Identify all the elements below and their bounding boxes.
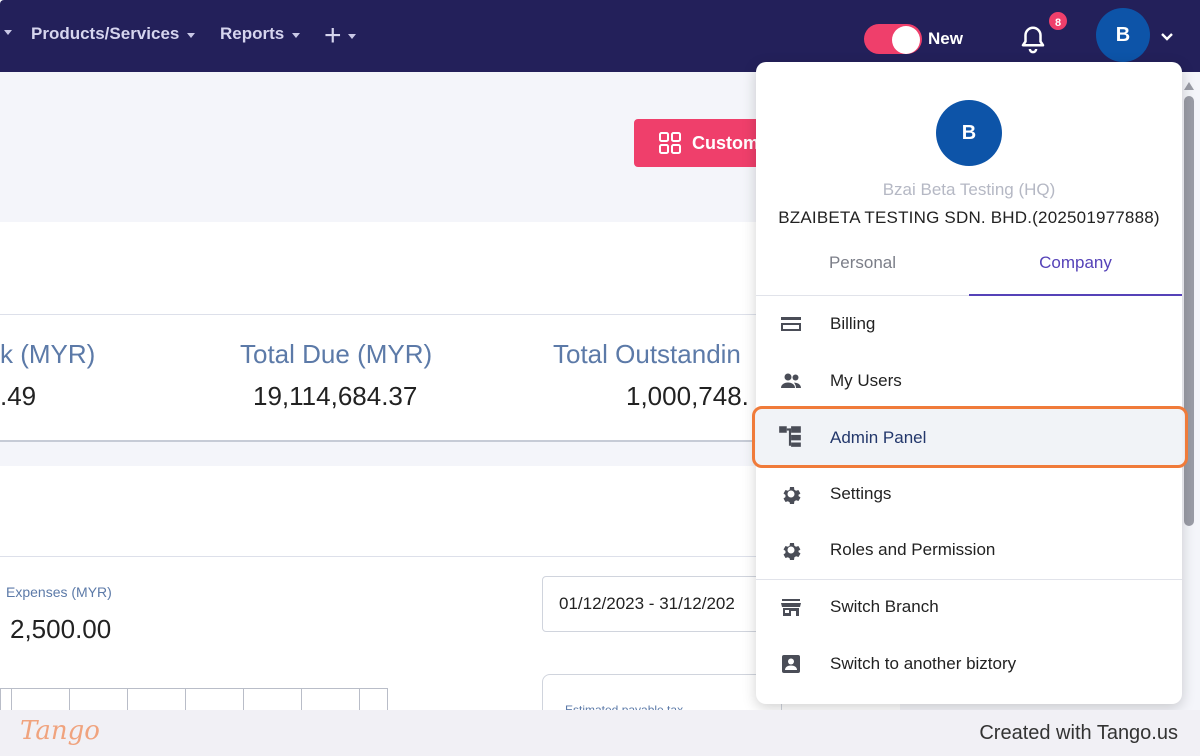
menu-item-label: My Users (830, 371, 902, 390)
chevron-down-icon[interactable] (4, 30, 12, 35)
nav-reports[interactable]: Reports (220, 24, 301, 44)
menu-item-label: Admin Panel (830, 428, 927, 447)
date-range-picker[interactable]: 01/12/2023 - 31/12/202 (542, 576, 782, 632)
expenses-label: Expenses (MYR) (6, 584, 112, 600)
scroll-up-arrow-icon[interactable] (1184, 82, 1194, 90)
stat-label-total-due: Total Due (MYR) (240, 339, 433, 369)
gear-icon (783, 487, 801, 504)
customize-button-label: Custom (692, 132, 759, 153)
dropdown-lower-section: Settings Roles and Permission Switch Bra… (756, 468, 1182, 704)
new-ui-toggle-label: New (928, 29, 963, 48)
chevron-down-icon (347, 33, 356, 39)
gear-icon (783, 543, 801, 560)
footer-credit: Created with Tango.us (979, 722, 1178, 744)
dropdown-avatar: B (936, 100, 1002, 166)
chevron-down-icon[interactable] (1160, 32, 1174, 42)
toggle-knob (892, 26, 920, 54)
nav-products-services-label: Products/Services (31, 24, 180, 43)
expenses-value: 2,500.00 (10, 614, 112, 644)
new-ui-toggle[interactable] (864, 24, 922, 54)
grid-icon (659, 132, 681, 154)
menu-item-switch-branch[interactable]: Switch Branch (756, 579, 1182, 635)
users-icon (781, 373, 801, 388)
notification-count-badge: 8 (1047, 10, 1069, 32)
tab-company[interactable]: Company (969, 254, 1182, 296)
menu-item-label: Switch Branch (830, 597, 939, 616)
menu-item-settings[interactable]: Settings (756, 466, 1182, 522)
menu-item-switch-biztory[interactable]: Switch to another biztory (756, 636, 1182, 692)
stat-label-total-outstanding: Total Outstandin (553, 339, 741, 369)
quick-add-button[interactable]: + (324, 19, 356, 52)
menu-item-roles-permission[interactable]: Roles and Permission (756, 522, 1182, 578)
tab-personal[interactable]: Personal (756, 254, 969, 296)
admin-panel-icon (779, 426, 801, 447)
user-avatar-button[interactable]: B (1096, 8, 1150, 62)
menu-item-label: Switch to another biztory (830, 654, 1017, 673)
menu-item-label: Billing (830, 314, 876, 333)
stat-value-total-due: 19,114,684.37 (253, 381, 418, 411)
chevron-down-icon (187, 32, 196, 38)
nav-products-services[interactable]: Products/Services (31, 24, 196, 44)
menu-item-label: Settings (830, 484, 892, 503)
account-box-icon (782, 655, 800, 673)
stat-value-bank: .49 (0, 381, 37, 411)
company-legal-name: BZAIBETA TESTING SDN. BHD.(202501977888) (778, 208, 1160, 227)
menu-item-my-users[interactable]: My Users (756, 353, 1182, 409)
stat-value-total-outstanding: 1,000,748. (626, 381, 749, 411)
menu-item-label: Roles and Permission (830, 540, 996, 559)
nav-reports-label: Reports (220, 24, 285, 43)
credit-card-icon (781, 317, 801, 331)
store-icon (781, 599, 801, 616)
stat-label-bank: k (MYR) (0, 339, 96, 369)
tango-logo: Tango (20, 716, 100, 746)
customize-dashboard-button[interactable]: Custom (634, 119, 774, 167)
chevron-down-icon (292, 32, 301, 38)
bell-icon[interactable] (1018, 24, 1048, 54)
company-branch-name: Bzai Beta Testing (HQ) (882, 180, 1056, 199)
menu-item-billing[interactable]: Billing (756, 296, 1182, 352)
plus-icon: + (324, 19, 342, 52)
menu-item-admin-panel[interactable]: Admin Panel (752, 406, 1188, 468)
